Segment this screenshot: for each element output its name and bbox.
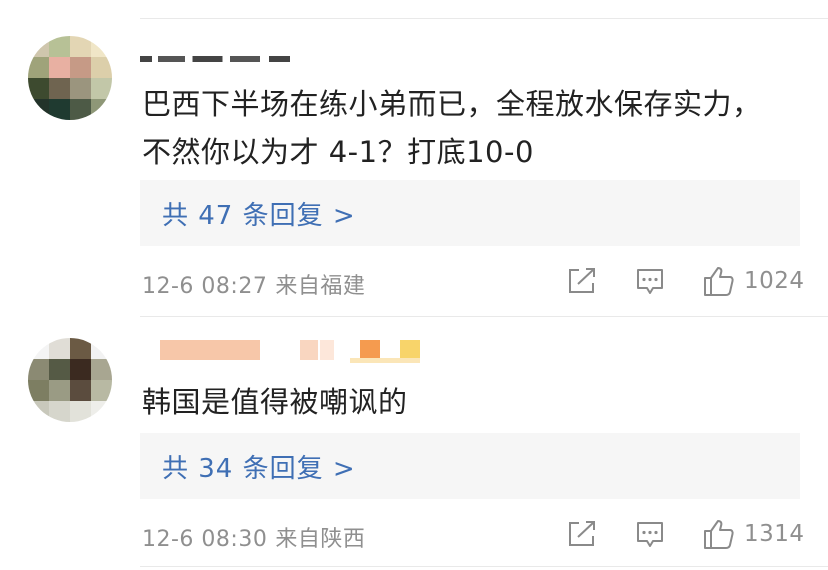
comment-time: 12-6 08:30 [142, 527, 268, 552]
comment-divider [140, 316, 828, 317]
comment-meta: 12-6 08:30 来自陕西 [142, 521, 365, 553]
like-count: 1024 [744, 268, 805, 294]
top-divider [140, 18, 828, 19]
comment-source: 来自福建 [275, 274, 366, 299]
view-replies-button[interactable]: 共 34 条回复 > [140, 433, 800, 499]
view-replies-label: 共 34 条回复 > [162, 454, 356, 484]
comment-source: 来自陕西 [275, 527, 366, 552]
avatar[interactable] [28, 36, 112, 120]
username-blurred[interactable] [140, 56, 290, 66]
comment-time: 12-6 08:27 [142, 274, 268, 299]
comment-meta: 12-6 08:27 来自福建 [142, 268, 365, 300]
like-count: 1314 [744, 521, 805, 547]
comment-icon[interactable] [635, 267, 665, 297]
thumbs-up-icon[interactable] [703, 518, 735, 550]
comment-text-line: 巴西下半场在练小弟而已，全程放水保存实力， [142, 87, 762, 121]
share-icon[interactable] [567, 520, 597, 548]
comment-text: 巴西下半场在练小弟而已，全程放水保存实力， 不然你以为才 4-1？打底10-0 [142, 80, 792, 176]
view-replies-button[interactable]: 共 47 条回复 > [140, 180, 800, 246]
comment-text-line: 不然你以为才 4-1？打底10-0 [142, 135, 534, 169]
comment-text: 韩国是值得被嘲讽的 [142, 378, 792, 426]
comment-text-line: 韩国是值得被嘲讽的 [142, 385, 408, 419]
username-blurred[interactable] [140, 340, 430, 364]
avatar[interactable] [28, 338, 112, 422]
thumbs-up-icon[interactable] [703, 265, 735, 297]
comment-icon[interactable] [635, 520, 665, 550]
share-icon[interactable] [567, 267, 597, 295]
bottom-divider [140, 566, 828, 567]
view-replies-label: 共 47 条回复 > [162, 201, 356, 231]
